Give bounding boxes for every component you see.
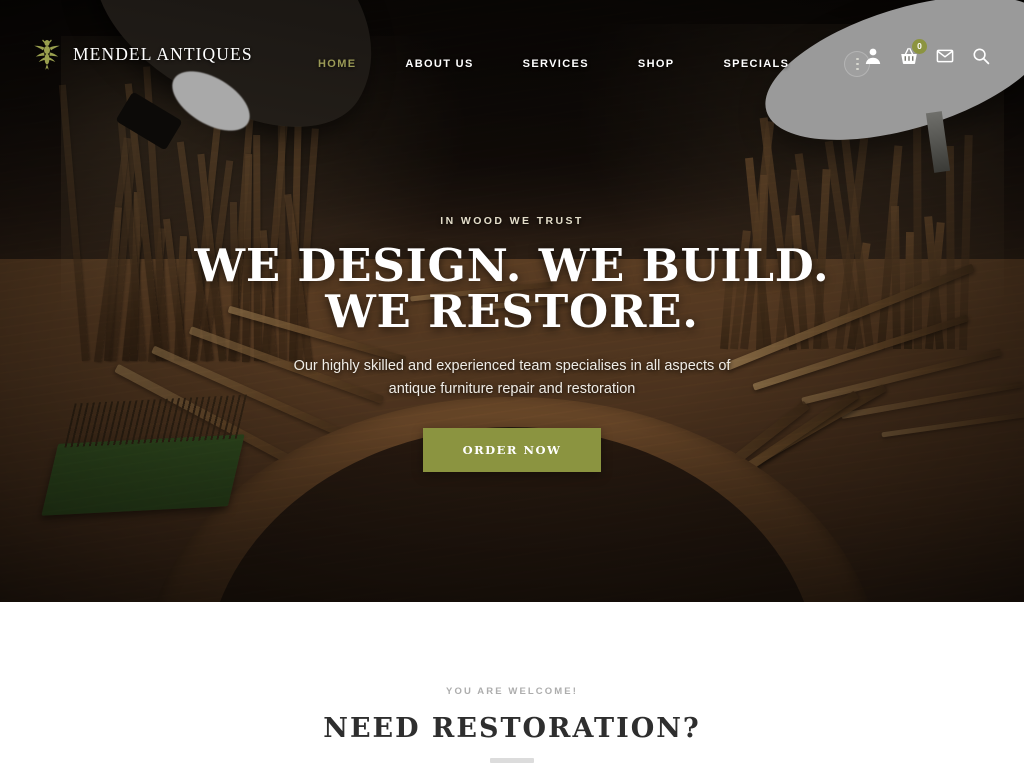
search-button[interactable] — [972, 47, 990, 65]
hero-subtitle-line-1: Our highly skilled and experienced team … — [293, 357, 731, 374]
nav-item-services[interactable]: SERVICES — [523, 58, 615, 70]
header-icon-group: 0 — [864, 39, 990, 65]
cart-count-badge: 0 — [912, 39, 927, 54]
cart-button[interactable]: 0 — [900, 39, 927, 65]
welcome-eyebrow: YOU ARE WELCOME! — [446, 686, 578, 697]
brand-logo[interactable]: MENDEL ANTIQUES — [32, 37, 253, 71]
dot-3 — [856, 67, 859, 71]
dot-2 — [856, 62, 859, 66]
hero-section: MENDEL ANTIQUES HOME ABOUT US SERVICES S… — [0, 0, 1024, 602]
bee-ornament-icon — [34, 39, 60, 70]
main-navigation: HOME ABOUT US SERVICES SHOP SPECIALS — [318, 51, 871, 77]
hero-subtitle: Our highly skilled and experienced team … — [140, 355, 884, 402]
user-icon — [865, 48, 881, 64]
section-divider — [490, 758, 534, 763]
mail-button[interactable] — [936, 47, 954, 65]
hero-subtitle-line-2: antique furniture repair and restoration — [388, 381, 636, 398]
nav-item-home[interactable]: HOME — [318, 58, 382, 70]
site-header: MENDEL ANTIQUES HOME ABOUT US SERVICES S… — [0, 0, 1024, 108]
envelope-icon — [936, 49, 954, 63]
hero-eyebrow: IN WOOD WE TRUST — [440, 215, 584, 227]
welcome-title: NEED RESTORATION? — [323, 713, 701, 744]
dot-1 — [856, 57, 859, 61]
hero-content: IN WOOD WE TRUST WE DESIGN. WE BUILD. WE… — [0, 215, 1024, 472]
hero-title: WE DESIGN. WE BUILD. WE RESTORE. — [140, 242, 884, 339]
order-now-button[interactable]: ORDER NOW — [422, 427, 602, 472]
welcome-section: YOU ARE WELCOME! NEED RESTORATION? — [0, 602, 1024, 763]
hero-title-line-2: WE RESTORE. — [325, 285, 699, 339]
search-icon — [973, 48, 990, 65]
nav-item-shop[interactable]: SHOP — [638, 58, 701, 70]
nav-item-about-us[interactable]: ABOUT US — [405, 58, 499, 70]
brand-name: MENDEL ANTIQUES — [73, 43, 253, 64]
nav-item-specials[interactable]: SPECIALS — [723, 58, 815, 70]
account-button[interactable] — [864, 47, 882, 65]
